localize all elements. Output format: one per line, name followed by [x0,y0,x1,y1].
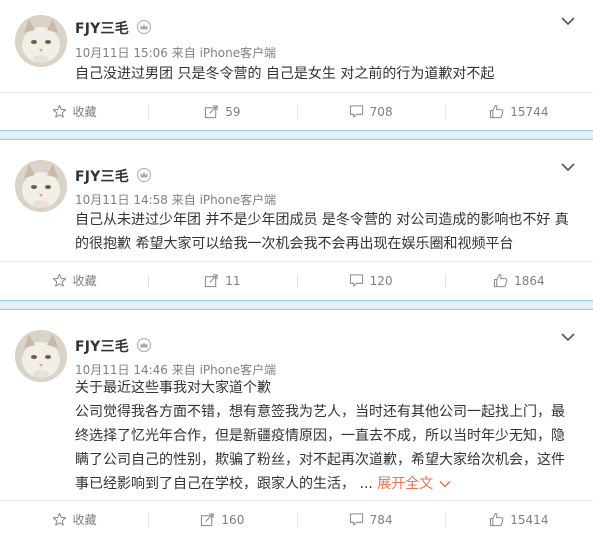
comment-count: 708 [369,104,393,119]
username[interactable]: FJY三毛 [75,18,129,38]
comment-button[interactable]: 708 [296,93,445,131]
action-bar: 收藏 11 120 1864 [0,261,593,299]
like-button[interactable]: 15744 [444,93,593,131]
post-text-line-end: 事已经影响到了自己在学校，跟家人的生活， ... [75,476,378,492]
favorite-button[interactable]: 收藏 [0,262,148,300]
star-icon [52,104,66,118]
post-meta: 10月11日 15:06 来自 iPhone客户端 [75,46,277,60]
expand-full-text-link[interactable]: 展开全文 [377,476,433,492]
post-text: 自己没进过男团 只是冬令营的 自己是女生 对之前的行为道歉对不起 [75,62,575,86]
comment-icon [349,105,363,118]
action-bar: 收藏 160 784 15414 [0,500,593,535]
crown-badge-icon [137,20,151,34]
post-text-line: 自己没进过男团 只是冬令营的 自己是女生 对之前的行为道歉对不起 [75,66,495,82]
like-button[interactable]: 1864 [444,262,593,300]
post-text-line: 关于最近这些事我对大家道个歉 [75,380,271,396]
avatar[interactable] [15,15,67,67]
repost-icon [201,513,215,527]
thumbs-up-icon [490,104,504,119]
avatar[interactable] [15,330,67,382]
expand-chevron-icon[interactable] [439,480,451,488]
repost-count: 160 [221,512,245,527]
post-meta: 10月11日 14:58 来自 iPhone客户端 [75,193,277,207]
thumbs-up-icon [490,512,504,527]
post-text: 自己从未进过少年团 并不是少年团成员 是冬令营的 对公司造成的影响也不好 真 的… [75,208,575,256]
like-count: 15744 [510,104,549,119]
thumbs-up-icon [493,273,508,288]
chevron-down-icon[interactable] [561,16,575,26]
comment-count: 784 [369,512,393,527]
favorite-button[interactable]: 收藏 [0,501,148,535]
post-text-line: 终选择了忆光年合作，但是新疆疫情原因，一直去不成，所以当时年少无知，隐 [75,428,565,444]
action-bar: 收藏 59 708 15744 [0,92,593,130]
post-text: 关于最近这些事我对大家道个歉 公司觉得我各方面不错，想有意签我为艺人，当时还有其… [75,376,575,496]
chevron-down-icon[interactable] [561,162,575,172]
weibo-post: FJY三毛 10月11日 14:58 来自 iPhone客户端 自己从未进过少年… [0,140,593,300]
post-separator [0,300,593,310]
cat-avatar-image [15,15,67,67]
crown-badge-icon [137,168,151,182]
favorite-button[interactable]: 收藏 [0,93,148,131]
repost-button[interactable]: 160 [148,501,296,535]
cat-avatar-image [15,330,67,382]
favorite-label: 收藏 [72,513,97,527]
username[interactable]: FJY三毛 [75,166,129,186]
username[interactable]: FJY三毛 [75,336,129,356]
post-text-line: 公司觉得我各方面不错，想有意签我为艺人，当时还有其他公司一起找上门，最 [75,404,565,420]
like-count: 15414 [510,512,549,527]
comment-icon [349,274,363,287]
like-button[interactable]: 15414 [444,501,593,535]
repost-count: 59 [225,104,241,119]
repost-count: 11 [225,273,241,288]
post-text-line: 自己从未进过少年团 并不是少年团成员 是冬令营的 对公司造成的影响也不好 真 [75,212,569,228]
post-text-line: 瞒了公司自己的性别，欺骗了粉丝，对不起再次道歉，希望大家给次机会，这件 [75,452,565,468]
avatar[interactable] [15,160,67,212]
star-icon [52,512,66,526]
crown-badge-icon [137,338,151,352]
favorite-label: 收藏 [72,274,97,288]
post-text-line: 的很抱歉 希望大家可以给我一次机会我不会再出现在娱乐圈和视频平台 [75,236,514,252]
star-icon [52,273,66,287]
comment-count: 120 [369,273,393,288]
cat-avatar-image [15,160,67,212]
comment-button[interactable]: 120 [296,262,445,300]
favorite-label: 收藏 [72,105,97,119]
repost-button[interactable]: 11 [148,262,296,300]
repost-icon [205,105,218,119]
like-count: 1864 [514,273,545,288]
post-text-line: 事已经影响到了自己在学校，跟家人的生活， ... 展开全文 [75,472,575,496]
repost-icon [205,274,218,288]
post-separator [0,130,593,140]
weibo-post: FJY三毛 10月11日 14:46 来自 iPhone客户端 关于最近这些事我… [0,310,593,535]
weibo-post: FJY三毛 10月11日 15:06 来自 iPhone客户端 自己没进过男团 … [0,0,593,130]
comment-icon [349,513,363,526]
chevron-down-icon[interactable] [561,332,575,342]
repost-button[interactable]: 59 [148,93,296,131]
comment-button[interactable]: 784 [296,501,445,535]
